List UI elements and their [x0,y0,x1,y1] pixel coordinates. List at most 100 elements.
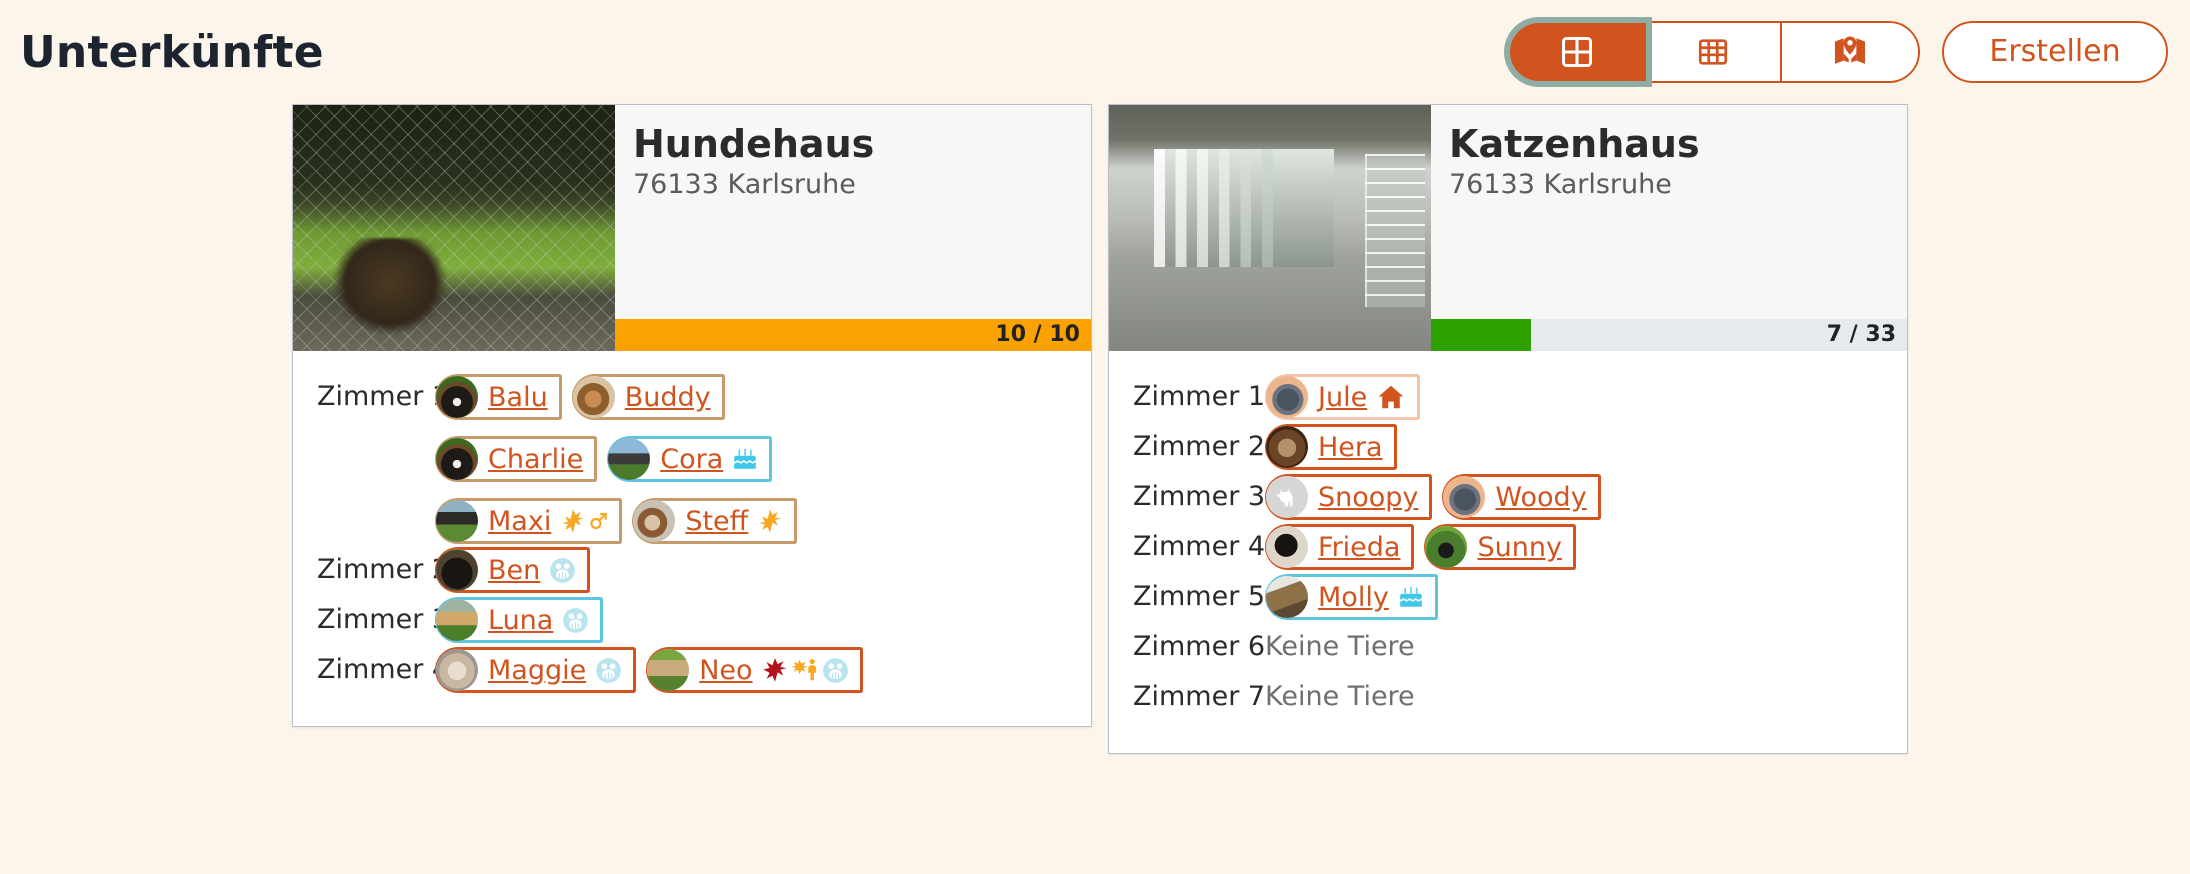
home-icon [1376,383,1406,411]
animal-name-link[interactable]: Steff [685,508,748,535]
animal-name-link[interactable]: Jule [1318,384,1367,411]
chip-status-icons [762,656,849,684]
avatar [436,438,478,480]
room-label: Zimmer 1 [1133,381,1266,412]
animal-chip-group: Hera [1265,423,1889,470]
room-label: Zimmer 6 [1133,631,1266,662]
animal-chip[interactable]: Hera [1265,424,1397,470]
room-row: Zimmer 1 Jule [1133,373,1889,421]
grid-large-icon [1559,34,1595,70]
avatar [647,649,690,691]
animal-name-link[interactable]: Balu [488,384,548,411]
animal-chip[interactable]: Maggie [435,647,637,693]
avatar [436,549,478,591]
page-title: Unterkünfte [20,26,324,78]
animal-chip[interactable]: Steff [632,498,798,544]
avatar [572,376,615,418]
avatar [608,438,651,480]
avatar [1266,526,1308,568]
animal-name-link[interactable]: Cora [660,446,723,473]
view-grid-button[interactable] [1510,23,1646,81]
animal-name-link[interactable]: Maggie [488,657,586,684]
create-button[interactable]: Erstellen [1942,21,2168,83]
animal-chip[interactable]: Neo [646,647,863,693]
red-star-icon [762,657,788,683]
animal-chip[interactable]: Balu [435,374,562,420]
view-table-button[interactable] [1646,23,1782,81]
animal-name-link[interactable]: Charlie [488,446,583,473]
male-symbol-icon [588,510,608,532]
chip-status-icons [562,607,589,634]
avatar [1266,376,1308,418]
avatar [436,649,478,691]
starburst-icon [757,508,783,534]
room-label: Zimmer 7 [1133,681,1266,712]
animal-name-link[interactable]: Buddy [625,384,711,411]
animal-name-link[interactable]: Ben [488,557,540,584]
animal-name-link[interactable]: Neo [699,657,752,684]
animal-chip[interactable]: Charlie [435,436,598,482]
animal-chip[interactable]: Frieda [1265,524,1415,570]
animal-name-link[interactable]: Maxi [488,508,551,535]
avatar [436,376,478,418]
room-label: Zimmer 5 [1133,581,1266,612]
animal-name-link[interactable]: Luna [488,607,553,634]
animal-chip[interactable]: Luna [435,597,604,643]
animal-chip[interactable]: Sunny [1424,524,1576,570]
animal-chip[interactable]: Buddy [571,374,725,420]
room-label: Zimmer 3 [1133,481,1266,512]
animal-chip-group: Maggie Neo [435,646,1073,693]
card-title: Katzenhaus [1449,122,1700,166]
card-info: Katzenhaus 76133 Karlsruhe 7 / 33 [1431,105,1907,351]
animal-name-link[interactable]: Snoopy [1318,484,1418,511]
shelter-card-list: Hundehaus 76133 Karlsruhe 10 / 10 Zimmer 1 B… [0,104,2190,754]
animal-chip[interactable]: Woody [1442,474,1601,520]
avatar [436,500,478,542]
animal-chip[interactable]: Snoopy [1265,474,1433,520]
room-label: Zimmer 4 [317,654,450,685]
paw-badge-icon [822,657,849,684]
chip-status-icons [595,657,622,684]
room-list: Zimmer 1 Balu Buddy Charlie Cora Maxi Steff … [293,351,1091,726]
room-row: Zimmer 7 Keine Tiere [1133,673,1889,721]
animal-name-link[interactable]: Woody [1495,484,1586,511]
room-row: Zimmer 2 Hera [1133,423,1889,471]
animal-chip[interactable]: Maxi [435,498,623,544]
occupancy-fill [1431,319,1531,351]
animal-chip[interactable]: Jule [1265,374,1421,420]
animal-name-link[interactable]: Sunny [1477,534,1561,561]
cat-silhouette-icon [1266,476,1308,518]
starburst-person-icon [790,656,820,684]
paw-badge-icon [549,557,576,584]
animal-name-link[interactable]: Molly [1318,584,1389,611]
birthday-cake-icon [1398,584,1424,610]
shelter-card[interactable]: Katzenhaus 76133 Karlsruhe 7 / 33 Zimmer 1 J… [1108,104,1908,754]
room-label: Zimmer 2 [317,554,450,585]
animal-chip[interactable]: Ben [435,547,591,593]
card-title: Hundehaus [633,122,875,166]
animal-name-link[interactable]: Hera [1318,434,1383,461]
animal-chip[interactable]: Cora [607,436,773,482]
room-label: Zimmer 4 [1133,531,1266,562]
room-label: Zimmer 3 [317,604,450,635]
room-row: Zimmer 2 Ben [317,546,1073,594]
room-row: Zimmer 6 Keine Tiere [1133,623,1889,671]
occupancy-bar: 10 / 10 [615,319,1091,351]
chip-status-icons [549,557,576,584]
card-info: Hundehaus 76133 Karlsruhe 10 / 10 [615,105,1091,351]
cat-room-photo [1109,105,1431,351]
animal-name-link[interactable]: Frieda [1318,534,1400,561]
animal-chip[interactable]: Molly [1265,574,1438,620]
chip-status-icons [732,446,758,472]
avatar [633,500,676,542]
chip-status-icons [1376,383,1406,411]
animal-chip-group: Snoopy Woody [1265,473,1889,520]
room-empty-text: Keine Tiere [1265,681,1415,712]
avatar [1266,476,1308,518]
grid-small-icon [1696,35,1730,69]
view-mode-segmented-control[interactable] [1508,21,1920,83]
card-header: Katzenhaus 76133 Karlsruhe 7 / 33 [1109,105,1907,351]
view-map-button[interactable] [1782,23,1918,81]
shelter-card[interactable]: Hundehaus 76133 Karlsruhe 10 / 10 Zimmer 1B… [292,104,1092,727]
room-row: Zimmer 4 Maggie Neo [317,646,1073,694]
